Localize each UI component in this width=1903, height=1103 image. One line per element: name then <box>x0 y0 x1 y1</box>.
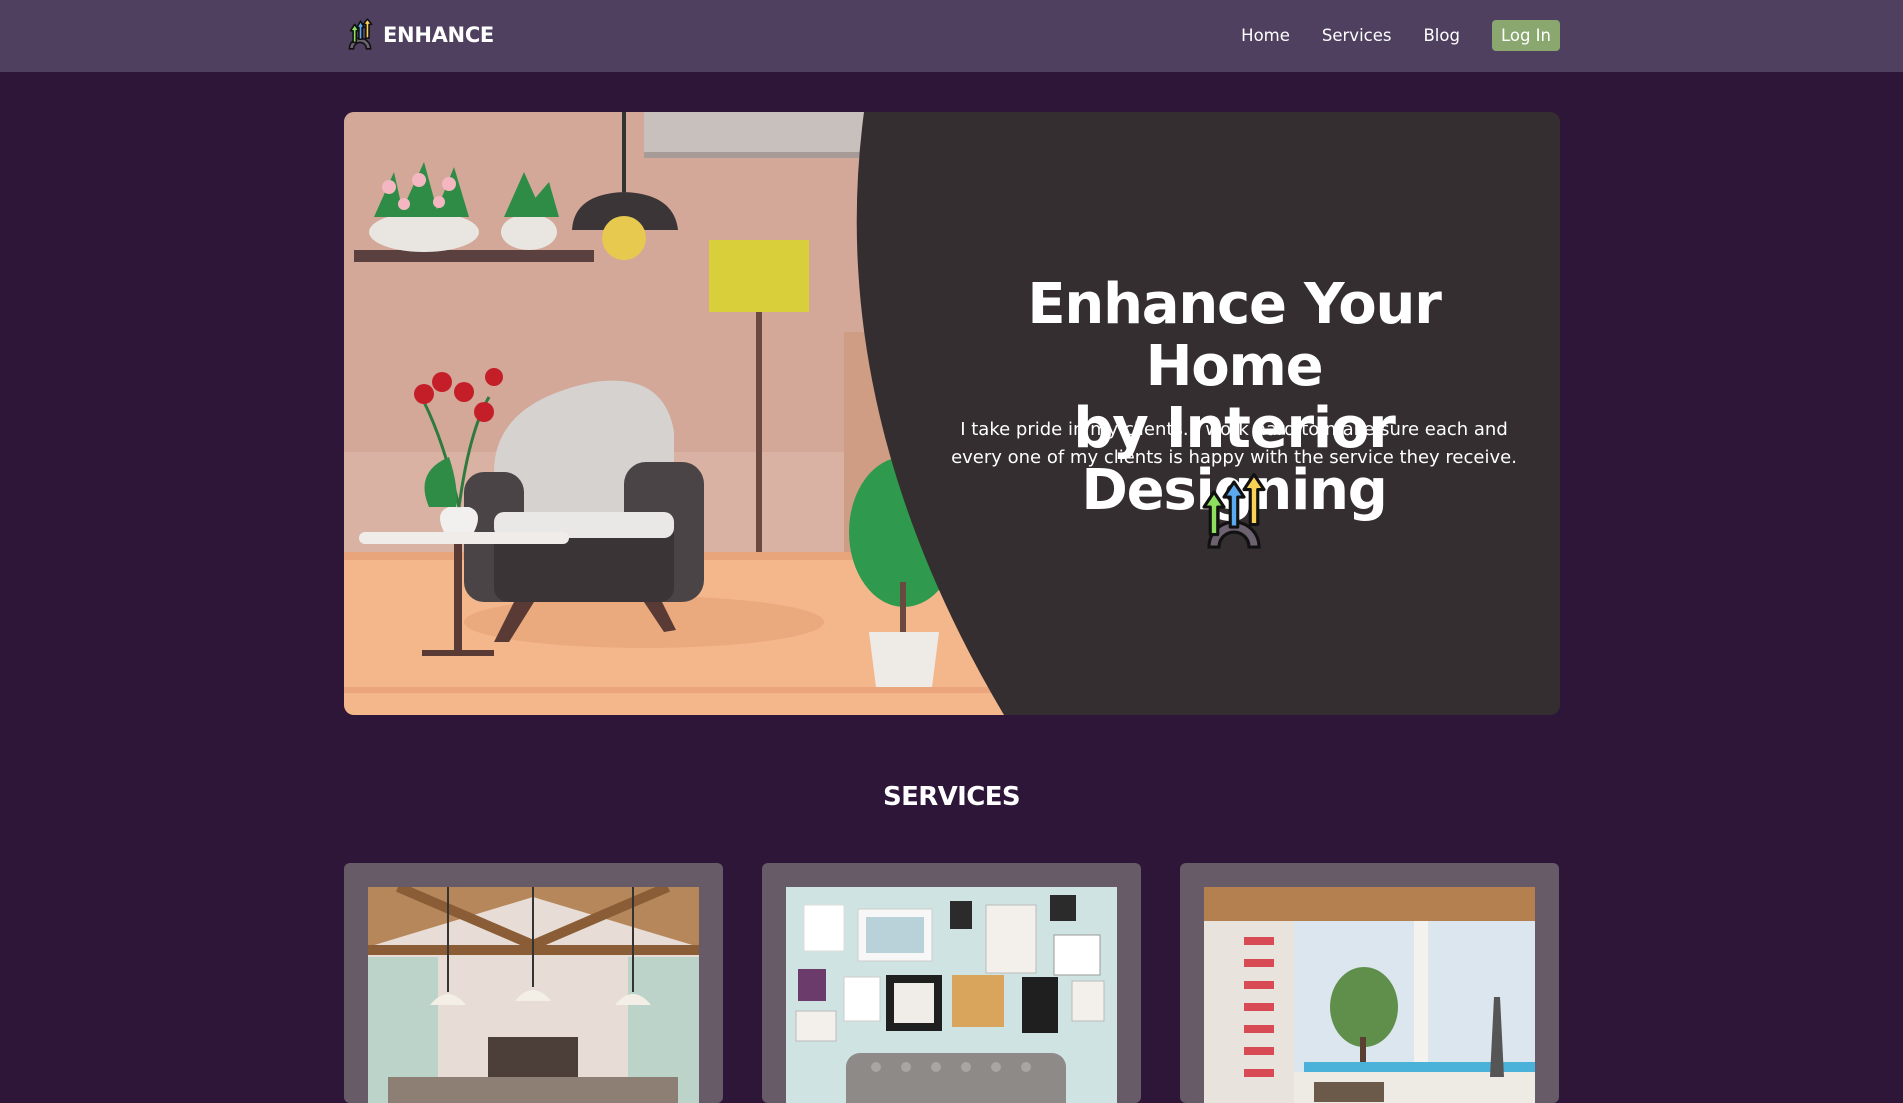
service-photo-modern-patio <box>1204 887 1535 1103</box>
brand[interactable]: ENHANCE <box>343 18 494 52</box>
nav-link-blog[interactable]: Blog <box>1423 26 1459 45</box>
main-nav: Home Services Blog Log In <box>1241 20 1560 51</box>
hero-description: I take pride in my clients. I work hard … <box>951 419 1517 468</box>
arrows-gear-icon <box>1202 472 1266 549</box>
hero-title-line-1: Enhance Your Home <box>1027 272 1441 399</box>
brand-name: ENHANCE <box>383 23 494 47</box>
service-card[interactable] <box>762 863 1141 1103</box>
service-photo-gallery-wall <box>786 887 1117 1103</box>
nav-link-home[interactable]: Home <box>1241 26 1290 45</box>
login-button[interactable]: Log In <box>1491 20 1560 51</box>
service-card[interactable] <box>344 863 723 1103</box>
brand-logo-icon <box>348 18 373 50</box>
top-navbar: ENHANCE Home Services Blog Log In <box>0 0 1903 72</box>
service-photo-vaulted-living-room <box>368 887 699 1103</box>
service-card[interactable] <box>1180 863 1559 1103</box>
services-heading: SERVICES <box>882 782 1021 812</box>
nav-link-services[interactable]: Services <box>1322 26 1392 45</box>
hero-banner: Enhance Your Home by Interior Designing … <box>344 112 1560 715</box>
